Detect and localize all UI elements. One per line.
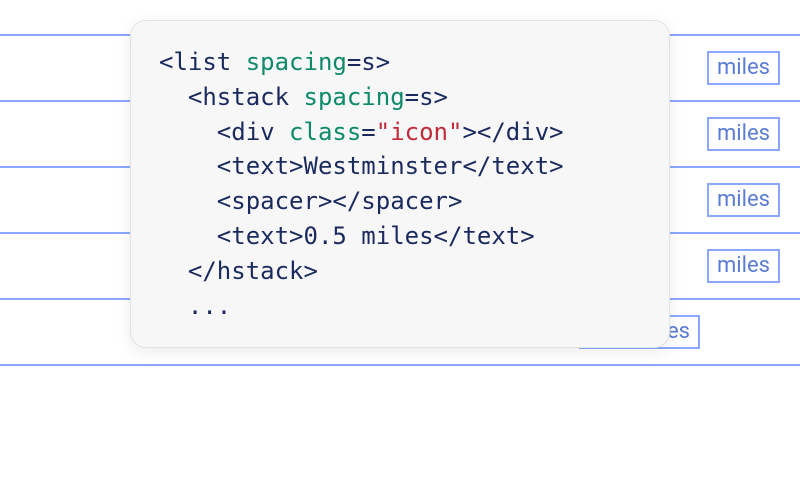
distance-badge: miles: [707, 51, 780, 85]
code-token: spacing: [304, 83, 405, 111]
document-root: miles miles miles miles 10.5 miles <list…: [0, 0, 800, 500]
code-token: </text>: [434, 222, 535, 250]
distance-badge: miles: [707, 183, 780, 217]
code-block: <list spacing=s> <hstack spacing=s> <div…: [159, 45, 641, 323]
code-token: class: [289, 118, 361, 146]
code-token: <text>: [159, 152, 304, 180]
list-item: [0, 364, 800, 432]
code-token: <list: [159, 48, 246, 76]
code-token: spacing: [246, 48, 347, 76]
code-token: </hstack>: [159, 257, 318, 285]
code-token: Westminster: [304, 152, 463, 180]
code-token: =s>: [405, 83, 448, 111]
code-snippet-card: <list spacing=s> <hstack spacing=s> <div…: [130, 20, 670, 348]
distance-badge: miles: [707, 117, 780, 151]
code-token: =: [361, 118, 375, 146]
code-token: <spacer></spacer>: [159, 187, 462, 215]
code-token: ...: [159, 292, 231, 320]
distance-badge: miles: [707, 249, 780, 283]
code-token: 0.5 miles: [304, 222, 434, 250]
code-token: ></div>: [462, 118, 563, 146]
code-token: "icon": [376, 118, 463, 146]
code-token: <div: [159, 118, 289, 146]
code-token: </text>: [462, 152, 563, 180]
code-token: <text>: [159, 222, 304, 250]
code-token: <hstack: [159, 83, 304, 111]
code-token: =s>: [347, 48, 390, 76]
